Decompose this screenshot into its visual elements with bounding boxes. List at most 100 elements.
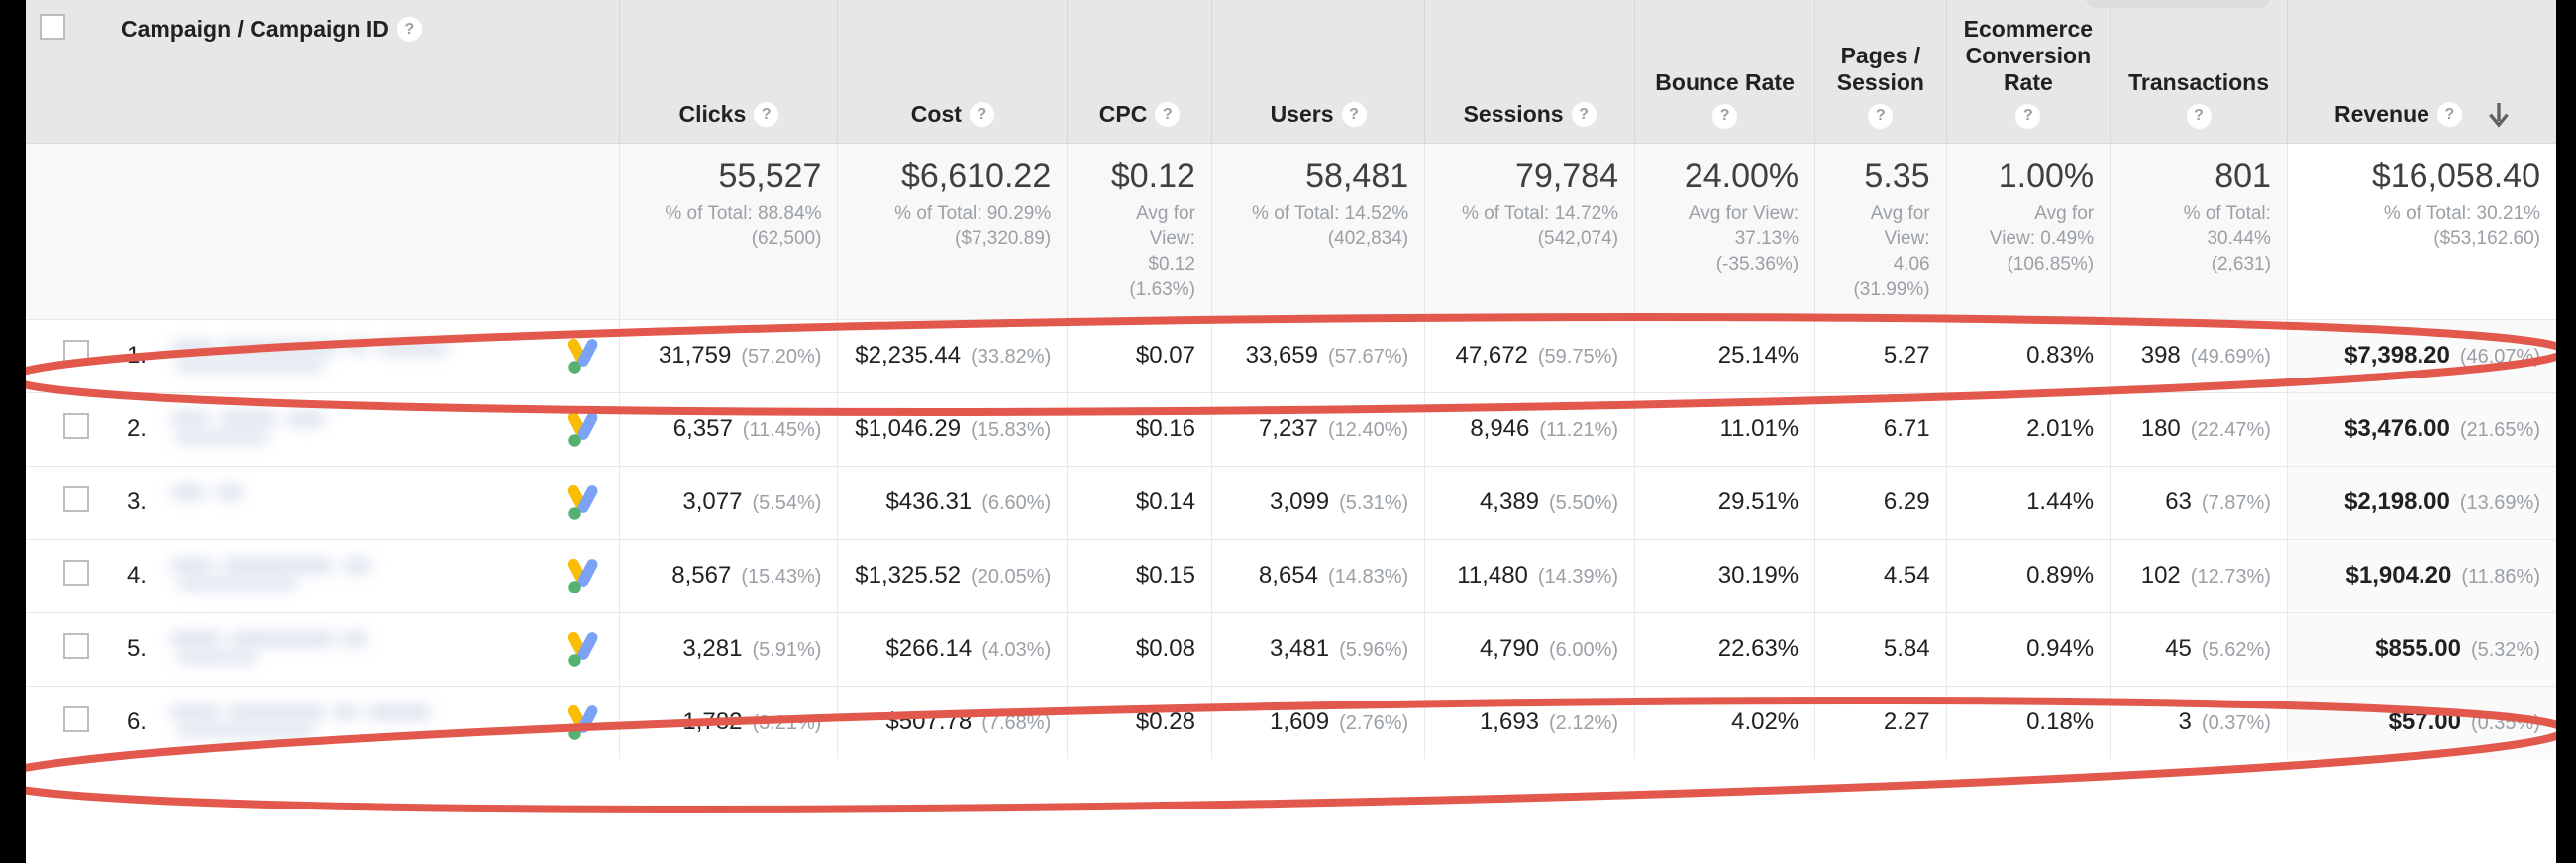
column-header-sessions[interactable]: Sessions ? (1424, 0, 1635, 143)
column-header-ecommerce-conversion-rate[interactable]: Ecommerce Conversion Rate ? (1945, 0, 2111, 143)
cell-percent-cost: (7.68%) (981, 712, 1052, 735)
cell-transactions: 45 (5.62%) (2110, 611, 2288, 686)
table-row[interactable]: 1. 31,759 (57.20%) $2,235.44 (33.82%) $0.07 3… (0, 318, 2556, 392)
table-row[interactable]: 6. 1,782 (3.21%) $507.78 (7.68%) $0.28 1,609 (… (0, 685, 2556, 759)
column-header-clicks[interactable]: Clicks ? (619, 0, 838, 143)
google-ads-icon (562, 409, 603, 449)
summary-row: 55,527 % of Total: 88.84% (62,500) $6,61… (0, 142, 2556, 319)
cell-cpc: $0.14 (1067, 465, 1212, 539)
summary-cell-sessions: 79,784 % of Total: 14.72% (542,074) (1424, 142, 1635, 319)
help-icon-transactions[interactable]: ? (2186, 103, 2212, 129)
help-icon-sessions[interactable]: ? (1571, 102, 1597, 128)
cell-transactions: 398 (49.69%) (2110, 318, 2288, 392)
cell-percent-users: (2.76%) (1339, 712, 1409, 735)
cell-value-pages-session: 5.84 (1883, 635, 1930, 662)
help-icon-bounce-rate[interactable]: ? (1712, 103, 1738, 129)
summary-sub-cpc: Avg for View: $0.12 (1.63%) (1129, 202, 1195, 300)
column-header-pages-session[interactable]: Pages / Session ? (1814, 0, 1947, 143)
help-icon-pages-session[interactable]: ? (1868, 103, 1894, 129)
cell-value-bounce-rate: 30.19% (1717, 562, 1800, 589)
column-header-users[interactable]: Users ? (1210, 0, 1425, 143)
row-checkbox[interactable] (62, 412, 89, 439)
campaign-name-redacted[interactable] (169, 334, 552, 378)
campaign-report-table-container: Campaign / Campaign ID ? Clicks ? Cost ? (0, 0, 2576, 863)
cell-cost: $507.78 (7.68%) (837, 685, 1068, 759)
cell-ecommerce-conversion-rate: 0.18% (1945, 685, 2111, 759)
cell-value-revenue: $57.00 (2388, 708, 2461, 736)
table-row[interactable]: 2. 6,357 (11.45%) $1,046.29 (15.83%) $0.16 7,… (0, 391, 2556, 466)
campaign-name-redacted[interactable] (169, 481, 552, 524)
row-checkbox[interactable] (62, 339, 89, 366)
cell-percent-transactions: (0.37%) (2201, 712, 2271, 735)
cell-value-sessions: 4,389 (1479, 488, 1540, 515)
top-scroll-pill (2086, 0, 2270, 8)
cell-value-cost: $436.31 (885, 488, 973, 515)
campaign-name-redacted[interactable] (169, 701, 552, 744)
campaign-name-cell[interactable]: 1. (104, 318, 620, 392)
help-icon-cpc[interactable]: ? (1155, 102, 1181, 128)
header-row: Campaign / Campaign ID ? Clicks ? Cost ? (0, 0, 2556, 143)
campaign-name-cell[interactable]: 2. (104, 391, 620, 466)
cell-percent-transactions: (22.47%) (2190, 419, 2271, 441)
summary-sub-revenue: % of Total: 30.21% ($53,162.60) (2383, 202, 2540, 250)
descending-sort-arrow-icon[interactable] (2488, 102, 2510, 128)
row-checkbox[interactable] (62, 632, 89, 659)
column-header-transactions-label: Transactions (2128, 69, 2269, 96)
table-row[interactable]: 3. 3,077 (5.54%) $436.31 (6.60%) $0.14 3,099 (… (0, 465, 2556, 539)
row-checkbox[interactable] (62, 485, 89, 512)
help-icon-revenue[interactable]: ? (2436, 102, 2462, 128)
summary-sub-users: % of Total: 14.52% (402,834) (1252, 202, 1409, 250)
column-header-bounce-rate[interactable]: Bounce Rate ? (1634, 0, 1815, 143)
cell-value-cpc: $0.16 (1135, 415, 1195, 442)
table-row[interactable]: 5. 3,281 (5.91%) $266.14 (4.03%) $0.08 3,481 (… (0, 611, 2556, 686)
cell-bounce-rate: 29.51% (1634, 465, 1815, 539)
campaign-name-cell[interactable]: 3. (104, 465, 620, 539)
cell-value-users: 3,099 (1270, 488, 1330, 515)
help-icon-ecommerce-conversion-rate[interactable]: ? (2015, 103, 2041, 129)
summary-sub-cost: % of Total: 90.29% ($7,320.89) (894, 202, 1052, 250)
column-header-revenue[interactable]: Revenue ? (2286, 0, 2556, 143)
cell-sessions: 4,790 (6.00%) (1424, 611, 1635, 686)
cell-value-sessions: 11,480 (1457, 562, 1528, 589)
cell-percent-users: (12.40%) (1327, 419, 1409, 441)
help-icon-clicks[interactable]: ? (754, 102, 779, 128)
row-checkbox[interactable] (62, 559, 89, 586)
cell-users: 3,099 (5.31%) (1210, 465, 1425, 539)
campaign-name-redacted[interactable] (169, 407, 552, 451)
table-row[interactable]: 4. 8,567 (15.43%) $1,325.52 (20.05%) $0.15 8,… (0, 538, 2556, 612)
help-icon-cost[interactable]: ? (969, 102, 994, 128)
cell-cost: $1,325.52 (20.05%) (837, 538, 1068, 612)
cell-percent-sessions: (11.21%) (1539, 419, 1619, 441)
cell-percent-users: (5.96%) (1339, 639, 1409, 661)
summary-value-pages-session: 5.35 (1864, 157, 1930, 195)
summary-cell-bounce-rate: 24.00% Avg for View: 37.13% (-35.36%) (1634, 142, 1815, 319)
column-header-campaign[interactable]: Campaign / Campaign ID ? (104, 0, 620, 143)
cell-sessions: 47,672 (59.75%) (1424, 318, 1635, 392)
cell-value-cost: $1,325.52 (855, 562, 962, 589)
column-header-cpc[interactable]: CPC ? (1067, 0, 1212, 143)
summary-value-transactions: 801 (2215, 157, 2271, 195)
cell-bounce-rate: 4.02% (1634, 685, 1815, 759)
cell-value-transactions: 102 (2140, 562, 2181, 589)
cell-percent-clicks: (15.43%) (741, 566, 822, 588)
cell-percent-revenue: (46.07%) (2459, 346, 2540, 368)
column-header-transactions[interactable]: Transactions ? (2110, 0, 2288, 143)
cell-cost: $266.14 (4.03%) (837, 611, 1068, 686)
cell-value-transactions: 398 (2140, 342, 2181, 369)
campaign-name-redacted[interactable] (169, 554, 552, 597)
cell-percent-transactions: (12.73%) (2190, 566, 2271, 588)
cell-pages-session: 5.84 (1814, 611, 1947, 686)
campaign-name-cell[interactable]: 6. (104, 685, 620, 759)
column-header-cost[interactable]: Cost ? (837, 0, 1068, 143)
summary-value-users: 58,481 (1305, 157, 1409, 195)
select-all-checkbox[interactable] (39, 14, 65, 40)
campaign-name-cell[interactable]: 4. (104, 538, 620, 612)
campaign-name-redacted[interactable] (169, 627, 552, 671)
help-icon-campaign[interactable]: ? (396, 17, 422, 43)
cell-ecommerce-conversion-rate: 0.94% (1945, 611, 2111, 686)
help-icon-users[interactable]: ? (1341, 102, 1367, 128)
row-checkbox[interactable] (62, 705, 89, 732)
campaign-name-cell[interactable]: 5. (104, 611, 620, 686)
google-ads-icon (562, 336, 603, 376)
cell-value-transactions: 45 (2165, 635, 2192, 662)
